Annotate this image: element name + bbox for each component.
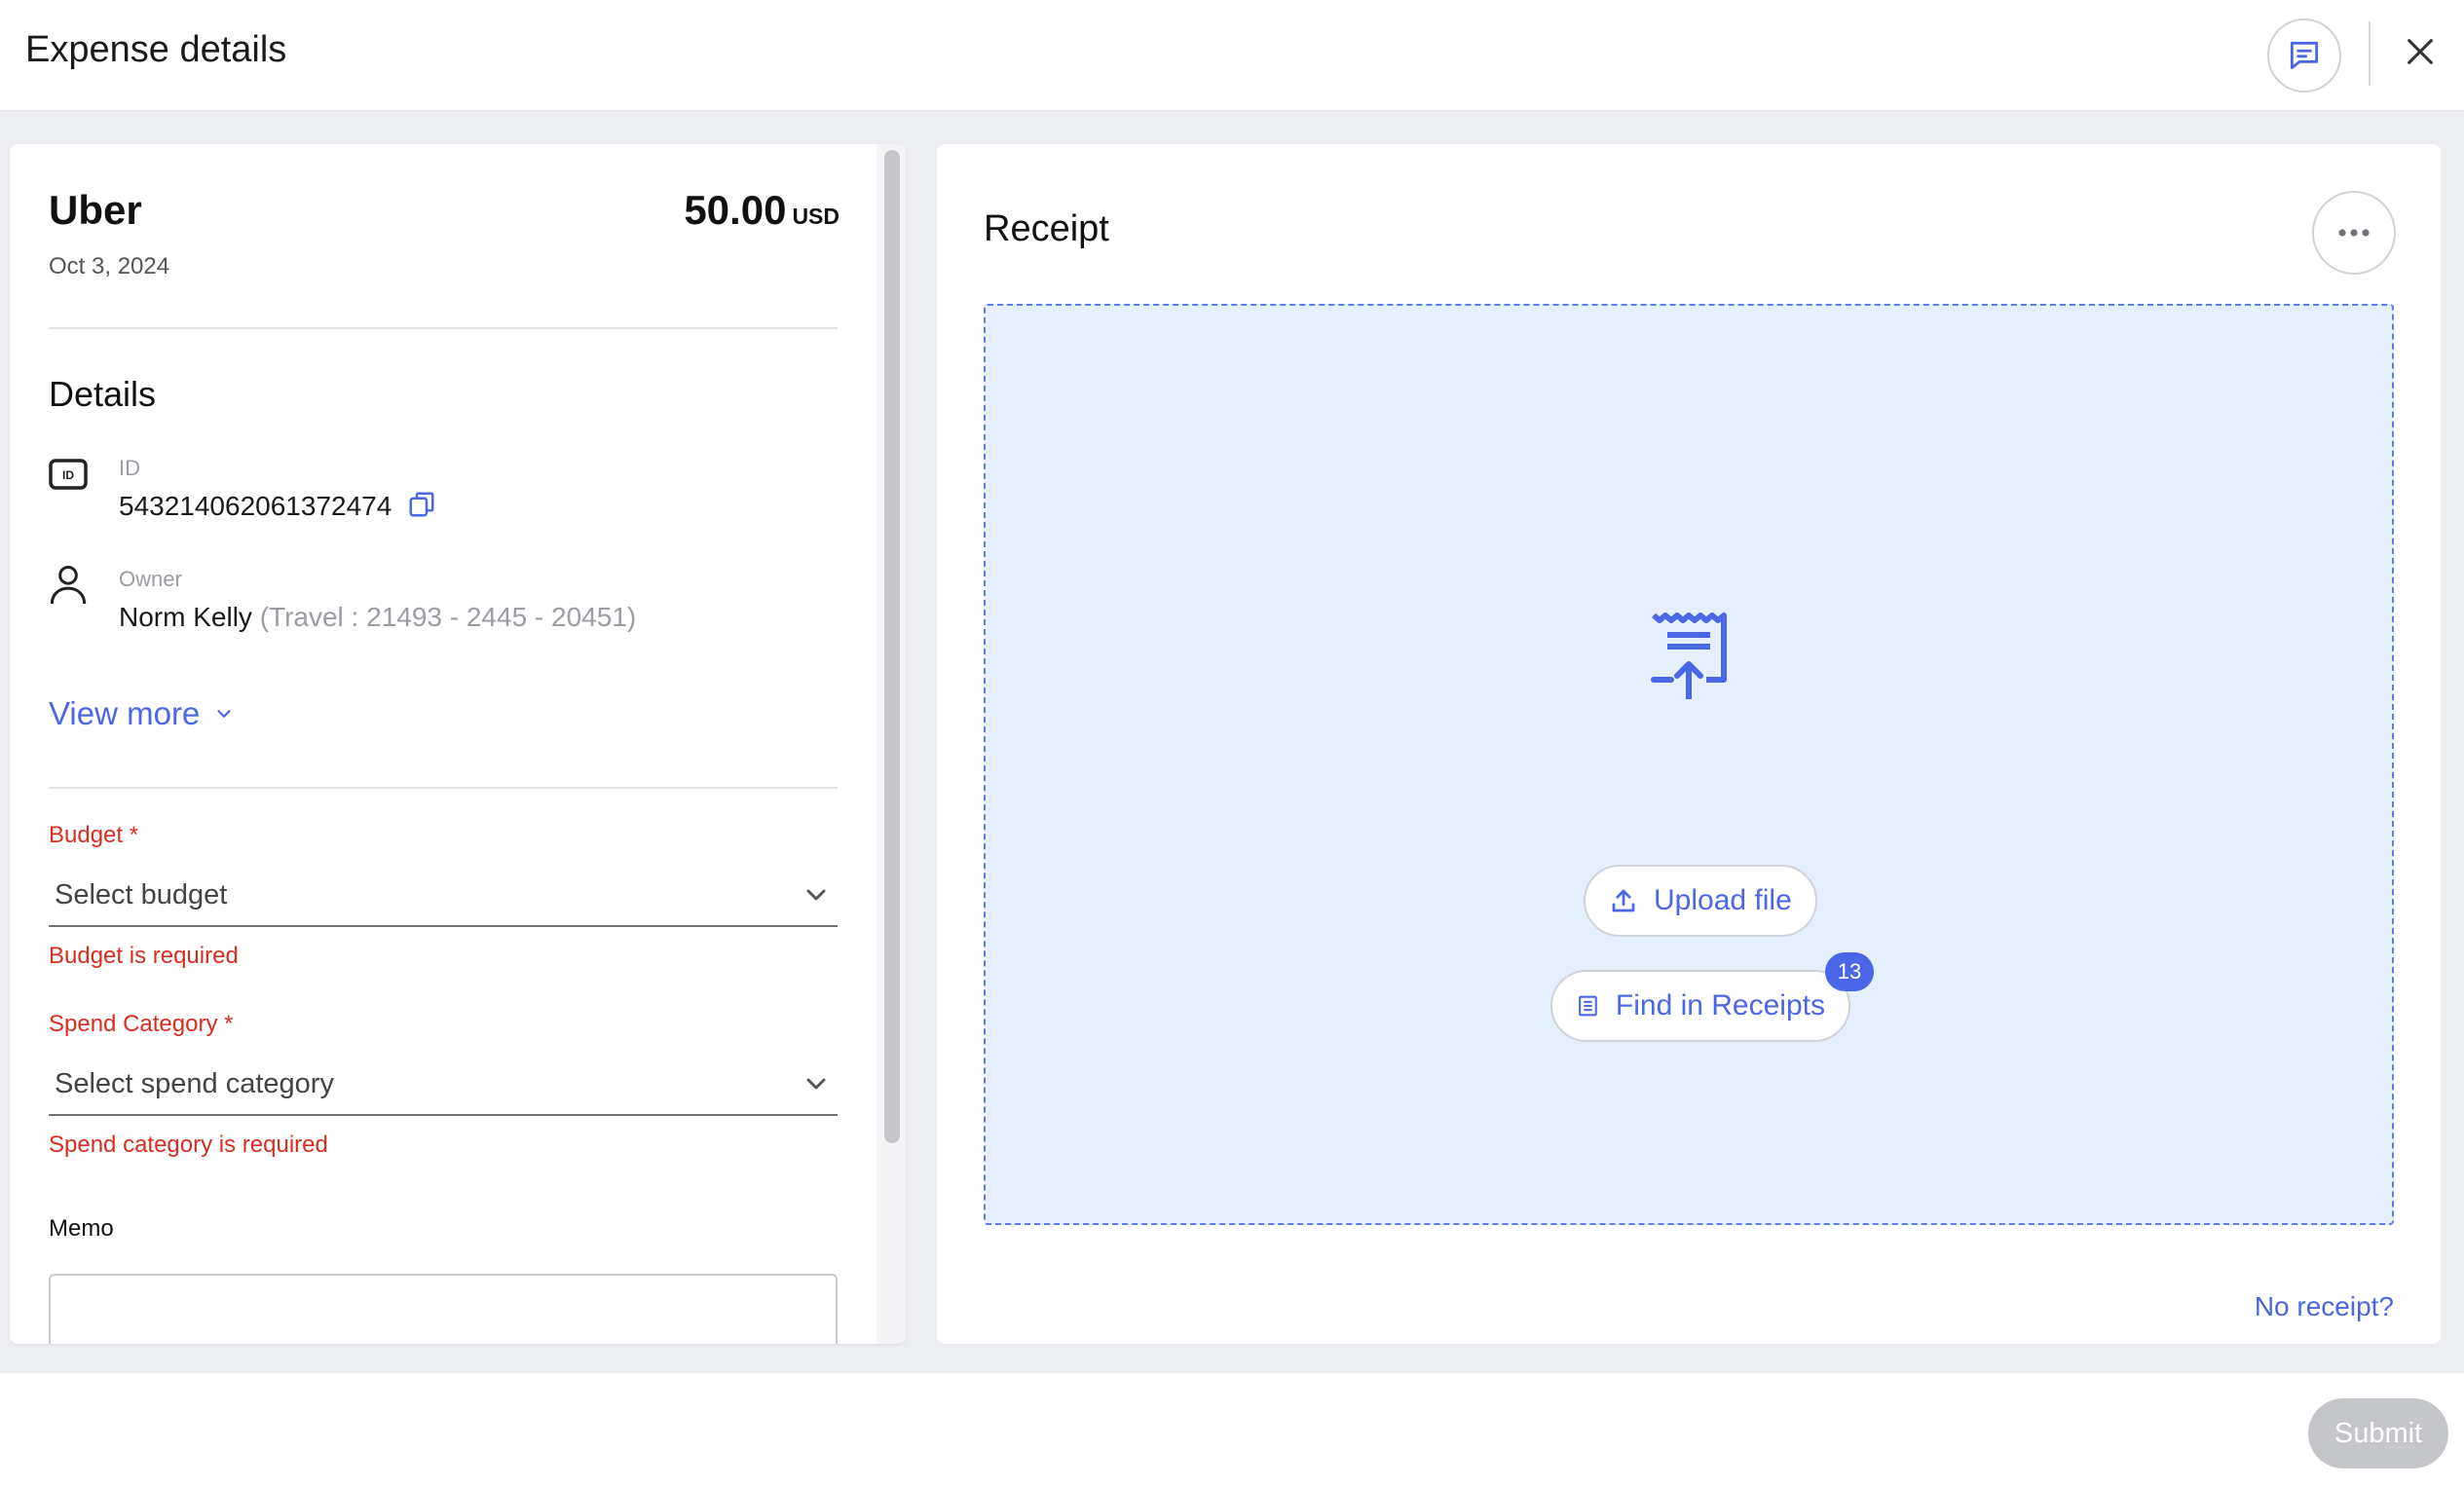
close-icon: [2408, 39, 2433, 64]
memo-input[interactable]: [49, 1274, 838, 1344]
header-divider: [2369, 21, 2371, 86]
no-receipt-link[interactable]: No receipt?: [2255, 1291, 2394, 1322]
view-more-button[interactable]: View more: [49, 695, 235, 732]
upload-icon: [1612, 889, 1635, 912]
receipt-dropzone[interactable]: Upload file Find in Receipts 13: [984, 304, 2394, 1225]
spend-category-placeholder: Select spend category: [55, 1067, 334, 1099]
user-icon: [50, 566, 87, 605]
owner-name: Norm Kelly: [119, 602, 252, 632]
message-icon: [2290, 41, 2319, 70]
list-icon: [1579, 995, 1597, 1017]
amount-value: 50.00: [684, 187, 787, 233]
upload-file-label: Upload file: [1654, 884, 1792, 916]
upload-file-button[interactable]: Upload file: [1584, 865, 1817, 937]
budget-placeholder: Select budget: [55, 878, 228, 910]
svg-text:ID: ID: [62, 468, 74, 482]
expense-amount: 50.00 USD: [684, 187, 840, 234]
chevron-down-icon: [806, 1078, 826, 1090]
chevron-down-icon: [806, 889, 826, 901]
find-in-receipts-label: Find in Receipts: [1615, 989, 1825, 1022]
footer: Submit: [0, 1373, 2464, 1486]
budget-label: Budget *: [49, 822, 139, 848]
memo-label: Memo: [49, 1215, 114, 1242]
chat-button[interactable]: [2267, 19, 2341, 93]
budget-select[interactable]: Select budget: [49, 865, 838, 927]
copy-icon[interactable]: [407, 490, 436, 519]
budget-error: Budget is required: [49, 943, 239, 969]
chevron-down-icon: [217, 710, 231, 718]
spend-category-label: Spend Category *: [49, 1011, 234, 1037]
main-content: Uber 50.00 USD Oct 3, 2024 Details ID ID …: [0, 111, 2464, 1373]
more-horizontal-icon: [2338, 229, 2370, 237]
spend-category-error: Spend category is required: [49, 1132, 328, 1158]
id-card-icon: ID: [49, 459, 88, 490]
owner-label: Owner: [119, 567, 182, 591]
view-more-label: View more: [49, 695, 201, 731]
page-title: Expense details: [25, 29, 287, 70]
submit-button[interactable]: Submit: [2308, 1398, 2448, 1468]
merchant-name: Uber: [49, 187, 142, 233]
owner-extra: (Travel : 21493 - 2445 - 20451): [259, 602, 637, 632]
expense-date: Oct 3, 2024: [49, 253, 170, 279]
receipts-count-badge: 13: [1825, 952, 1874, 991]
id-value: 543214062061372474: [119, 491, 436, 523]
scrollbar[interactable]: [884, 150, 900, 1143]
id-number: 543214062061372474: [119, 491, 392, 521]
receipt-heading: Receipt: [984, 208, 1109, 249]
receipt-panel: Receipt Upload file Find in Receipts 13 …: [937, 144, 2441, 1344]
details-heading: Details: [49, 374, 157, 414]
spend-category-select[interactable]: Select spend category: [49, 1054, 838, 1116]
amount-currency: USD: [792, 204, 840, 229]
owner-value: Norm Kelly (Travel : 21493 - 2445 - 2045…: [119, 602, 636, 633]
id-label: ID: [119, 456, 140, 480]
close-button[interactable]: [2396, 27, 2445, 76]
find-in-receipts-button[interactable]: Find in Receipts: [1550, 970, 1850, 1042]
more-options-button[interactable]: [2312, 191, 2396, 275]
divider: [49, 327, 838, 329]
receipt-upload-icon: [1651, 613, 1727, 699]
divider: [49, 787, 838, 789]
header: Expense details: [0, 0, 2464, 111]
expense-details-panel: Uber 50.00 USD Oct 3, 2024 Details ID ID …: [10, 144, 906, 1344]
